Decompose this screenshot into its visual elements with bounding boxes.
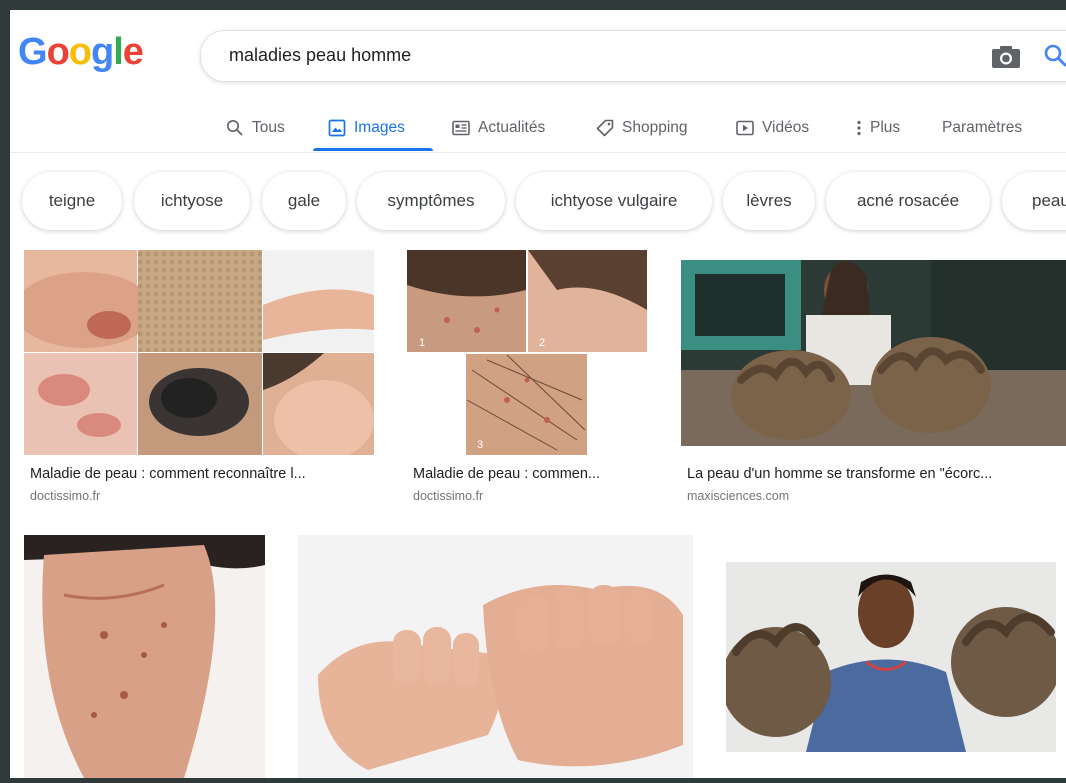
- chip-teigne[interactable]: teigne: [22, 172, 122, 230]
- result-source[interactable]: doctissimo.fr: [413, 489, 483, 503]
- related-searches: teigne ichtyose gale symptômes ichtyose …: [22, 172, 1066, 232]
- tab-news[interactable]: Actualités: [452, 105, 545, 151]
- active-tab-indicator: [313, 148, 433, 151]
- search-icon[interactable]: [1043, 43, 1066, 69]
- result-thumbnail[interactable]: [298, 535, 693, 778]
- result-source[interactable]: maxisciences.com: [687, 489, 789, 503]
- result-title[interactable]: Maladie de peau : commen...: [413, 466, 600, 482]
- figure-label: 2: [539, 337, 545, 349]
- news-icon: [452, 120, 470, 136]
- chip-ichtyose[interactable]: ichtyose: [134, 172, 250, 230]
- result-thumbnail[interactable]: [24, 535, 265, 778]
- chip-levres[interactable]: lèvres: [723, 172, 815, 230]
- video-icon: [736, 120, 754, 136]
- chip-acne-rosacee[interactable]: acné rosacée: [826, 172, 990, 230]
- camera-icon[interactable]: [991, 45, 1021, 69]
- chip-ichtyose-vulgaire[interactable]: ichtyose vulgaire: [516, 172, 712, 230]
- tab-all-label: Tous: [252, 119, 285, 136]
- tab-images[interactable]: Images: [328, 105, 405, 151]
- result-thumbnail[interactable]: 1 2 3: [407, 250, 647, 455]
- google-logo[interactable]: Google: [18, 31, 144, 73]
- tab-images-label: Images: [354, 119, 405, 136]
- figure-label: 3: [477, 439, 483, 451]
- search-icon: [226, 119, 243, 136]
- logo-letter: o: [46, 31, 70, 73]
- logo-letter: G: [18, 31, 48, 73]
- tab-news-label: Actualités: [478, 119, 546, 136]
- settings-label: Paramètres: [942, 119, 1023, 136]
- result-thumbnail[interactable]: [24, 250, 374, 455]
- tab-shopping-label: Shopping: [622, 119, 688, 136]
- header-divider: [10, 152, 1066, 153]
- logo-letter: e: [122, 31, 144, 73]
- tab-more[interactable]: Plus: [856, 105, 900, 151]
- result-title[interactable]: Maladie de peau : comment reconnaître l.…: [30, 466, 306, 482]
- search-input[interactable]: maladies peau homme: [229, 45, 411, 66]
- tab-shopping[interactable]: Shopping: [596, 105, 688, 151]
- tab-videos[interactable]: Vidéos: [736, 105, 809, 151]
- image-icon: [328, 119, 346, 137]
- chip-peau[interactable]: peau: [1002, 172, 1066, 230]
- result-thumbnail[interactable]: [726, 562, 1056, 752]
- result-thumbnail[interactable]: [681, 260, 1066, 446]
- search-tabs: Tous Images Actualités Shopping Vidéos P…: [10, 105, 1066, 153]
- chip-gale[interactable]: gale: [262, 172, 346, 230]
- search-box[interactable]: maladies peau homme: [200, 30, 1066, 82]
- tab-videos-label: Vidéos: [762, 119, 810, 136]
- result-title[interactable]: La peau d'un homme se transforme en "éco…: [687, 466, 992, 482]
- logo-letter: o: [68, 31, 92, 73]
- browser-viewport: Google maladies peau homme Tous Images A…: [10, 10, 1066, 778]
- tab-more-label: Plus: [870, 119, 901, 136]
- settings-link[interactable]: Paramètres: [942, 105, 1022, 151]
- logo-letter: l: [113, 31, 124, 73]
- tag-icon: [596, 119, 614, 137]
- chip-symptomes[interactable]: symptômes: [357, 172, 505, 230]
- figure-label: 1: [419, 337, 425, 349]
- result-source[interactable]: doctissimo.fr: [30, 489, 100, 503]
- more-vertical-icon: [857, 120, 861, 136]
- tab-all[interactable]: Tous: [226, 105, 285, 151]
- logo-letter: g: [91, 31, 114, 73]
